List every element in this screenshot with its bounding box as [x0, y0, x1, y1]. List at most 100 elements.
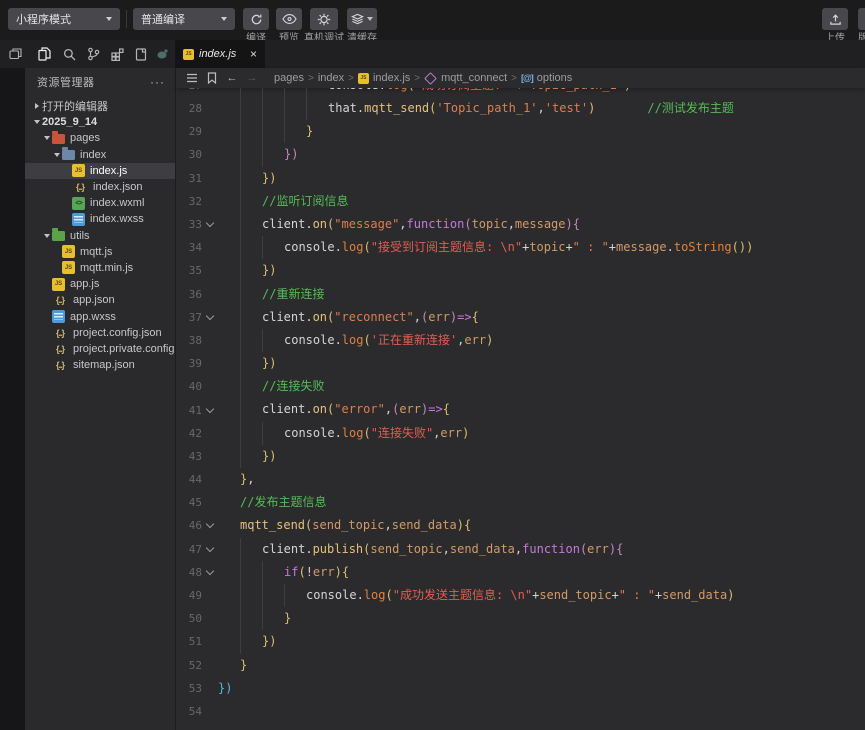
theme-icon[interactable]	[153, 45, 171, 63]
code-area[interactable]: 27console.log('成功订阅主题: '+'Topic_path_1')…	[176, 88, 865, 730]
breadcrumb-item-mqtt_connect[interactable]: mqtt_connect	[424, 72, 507, 84]
tree-item-sitemap.json[interactable]: sitemap.json	[25, 357, 175, 373]
preview-button[interactable]	[276, 8, 302, 30]
indent-space	[218, 561, 240, 584]
code-line[interactable]: 40//连接失败	[176, 375, 865, 398]
code-line[interactable]: 54	[176, 700, 865, 723]
explorer-sidebar: 资源管理器 ··· 打开的编辑器2025_9_14pagesindexindex…	[25, 68, 175, 730]
fold-chevron-icon[interactable]	[202, 316, 218, 319]
mode-dropdown[interactable]: 小程序模式	[8, 8, 120, 30]
extensions-icon[interactable]	[108, 45, 126, 63]
code-line[interactable]: 28that.mqtt_send('Topic_path_1','test')/…	[176, 97, 865, 120]
chevron-down-icon	[41, 136, 52, 140]
breadcrumb-item-options[interactable]: options	[521, 72, 572, 84]
tree-item-utils[interactable]: utils	[25, 228, 175, 244]
code-line[interactable]: 41client.on("error",(err)=>{	[176, 398, 865, 421]
code-text: }	[218, 607, 291, 630]
tree-item-label: 2025_9_14	[42, 116, 97, 128]
tree-item-index[interactable]: index	[25, 147, 175, 163]
code-line[interactable]: 36//重新连接	[176, 283, 865, 306]
folder-icon	[52, 134, 65, 144]
search-icon[interactable]	[60, 45, 78, 63]
code-line[interactable]: 38console.log('正在重新连接',err)	[176, 329, 865, 352]
version-button-partial[interactable]	[858, 8, 865, 30]
code-line[interactable]: 35})	[176, 259, 865, 282]
indent-guide	[240, 283, 262, 306]
tree-item-2025_9_14[interactable]: 2025_9_14	[25, 114, 175, 130]
source-control-icon[interactable]	[84, 45, 102, 63]
files-icon[interactable]	[35, 45, 53, 63]
tree-item-app.js[interactable]: app.js	[25, 276, 175, 292]
tree-item-index.wxss[interactable]: index.wxss	[25, 211, 175, 227]
tree-item-label: utils	[70, 230, 90, 242]
tree-item-index.js[interactable]: index.js	[25, 163, 175, 179]
code-line[interactable]: 42console.log("连接失败",err)	[176, 422, 865, 445]
breadcrumb-item-index.js[interactable]: index.js	[358, 72, 410, 84]
line-number: 49	[176, 589, 202, 602]
breadcrumb-item-index[interactable]: index	[318, 72, 344, 84]
indent-space	[218, 167, 240, 190]
indent-guide	[240, 422, 262, 445]
code-line[interactable]: 45//发布主题信息	[176, 491, 865, 514]
device-debug-button[interactable]	[310, 8, 338, 30]
code-line[interactable]: 34console.log("接受到订阅主题信息: \n"+topic+" : …	[176, 236, 865, 259]
code-line[interactable]: 46mqtt_send(send_topic,send_data){	[176, 514, 865, 537]
nav-forward-icon[interactable]: →	[244, 70, 260, 86]
close-icon[interactable]: ×	[250, 48, 257, 60]
tree-item-pages[interactable]: pages	[25, 130, 175, 146]
js-file-icon	[72, 164, 85, 177]
tree-item-project.private.config.js...[interactable]: project.private.config.js...	[25, 341, 175, 357]
code-line[interactable]: 51})	[176, 630, 865, 653]
code-line[interactable]: 53})	[176, 677, 865, 700]
breadcrumb-item-pages[interactable]: pages	[274, 72, 304, 84]
tree-item-index.json[interactable]: index.json	[25, 179, 175, 195]
fold-chevron-icon[interactable]	[202, 571, 218, 574]
cache-layers-icon	[351, 13, 364, 25]
indent-guide	[240, 630, 262, 653]
fold-chevron-icon[interactable]	[202, 548, 218, 551]
indent-guide	[262, 236, 284, 259]
code-line[interactable]: 37client.on("reconnect",(err)=>{	[176, 306, 865, 329]
code-line[interactable]: 32//监听订阅信息	[176, 190, 865, 213]
window-restore-icon[interactable]	[6, 45, 24, 63]
code-line[interactable]: 30})	[176, 143, 865, 166]
upload-button[interactable]	[822, 8, 848, 30]
method-symbol-icon	[424, 72, 437, 85]
nav-back-icon[interactable]: ←	[224, 70, 240, 86]
code-line[interactable]: 50}	[176, 607, 865, 630]
code-line[interactable]: 29}	[176, 120, 865, 143]
tree-item-mqtt.min.js[interactable]: mqtt.min.js	[25, 260, 175, 276]
tree-item--[interactable]: 打开的编辑器	[25, 98, 175, 114]
tab-index-js[interactable]: index.js ×	[175, 40, 265, 68]
indent-space	[218, 445, 240, 468]
code-line[interactable]: 43})	[176, 445, 865, 468]
code-line[interactable]: 44},	[176, 468, 865, 491]
compile-button[interactable]	[243, 8, 269, 30]
code-line[interactable]: 31})	[176, 167, 865, 190]
code-line[interactable]: 47client.publish(send_topic,send_data,fu…	[176, 538, 865, 561]
code-line[interactable]: 52}	[176, 654, 865, 677]
code-line[interactable]: 27console.log('成功订阅主题: '+'Topic_path_1')	[176, 88, 865, 97]
outline-list-icon[interactable]	[184, 70, 200, 86]
clear-cache-button[interactable]	[347, 8, 377, 30]
tree-item-app.json[interactable]: app.json	[25, 292, 175, 308]
more-actions-icon[interactable]: ···	[150, 75, 165, 89]
code-line[interactable]: 33client.on("message",function(topic,mes…	[176, 213, 865, 236]
fold-chevron-icon[interactable]	[202, 524, 218, 527]
document-icon[interactable]	[132, 45, 150, 63]
tree-item-index.wxml[interactable]: index.wxml	[25, 195, 175, 211]
indent-space	[218, 352, 240, 375]
fold-chevron-icon[interactable]	[202, 409, 218, 412]
code-line[interactable]: 39})	[176, 352, 865, 375]
code-line[interactable]: 48if(!err){	[176, 561, 865, 584]
activity-strip	[0, 68, 25, 730]
compile-mode-dropdown[interactable]: 普通编译	[133, 8, 235, 30]
fold-chevron-icon[interactable]	[202, 223, 218, 226]
bookmark-icon[interactable]	[204, 70, 220, 86]
tree-item-project.config.json[interactable]: project.config.json	[25, 325, 175, 341]
tree-item-app.wxss[interactable]: app.wxss	[25, 308, 175, 324]
code-line[interactable]: 49console.log("成功发送主题信息: \n"+send_topic+…	[176, 584, 865, 607]
tree-item-mqtt.js[interactable]: mqtt.js	[25, 244, 175, 260]
indent-guide	[284, 88, 306, 97]
indent-space	[218, 422, 240, 445]
